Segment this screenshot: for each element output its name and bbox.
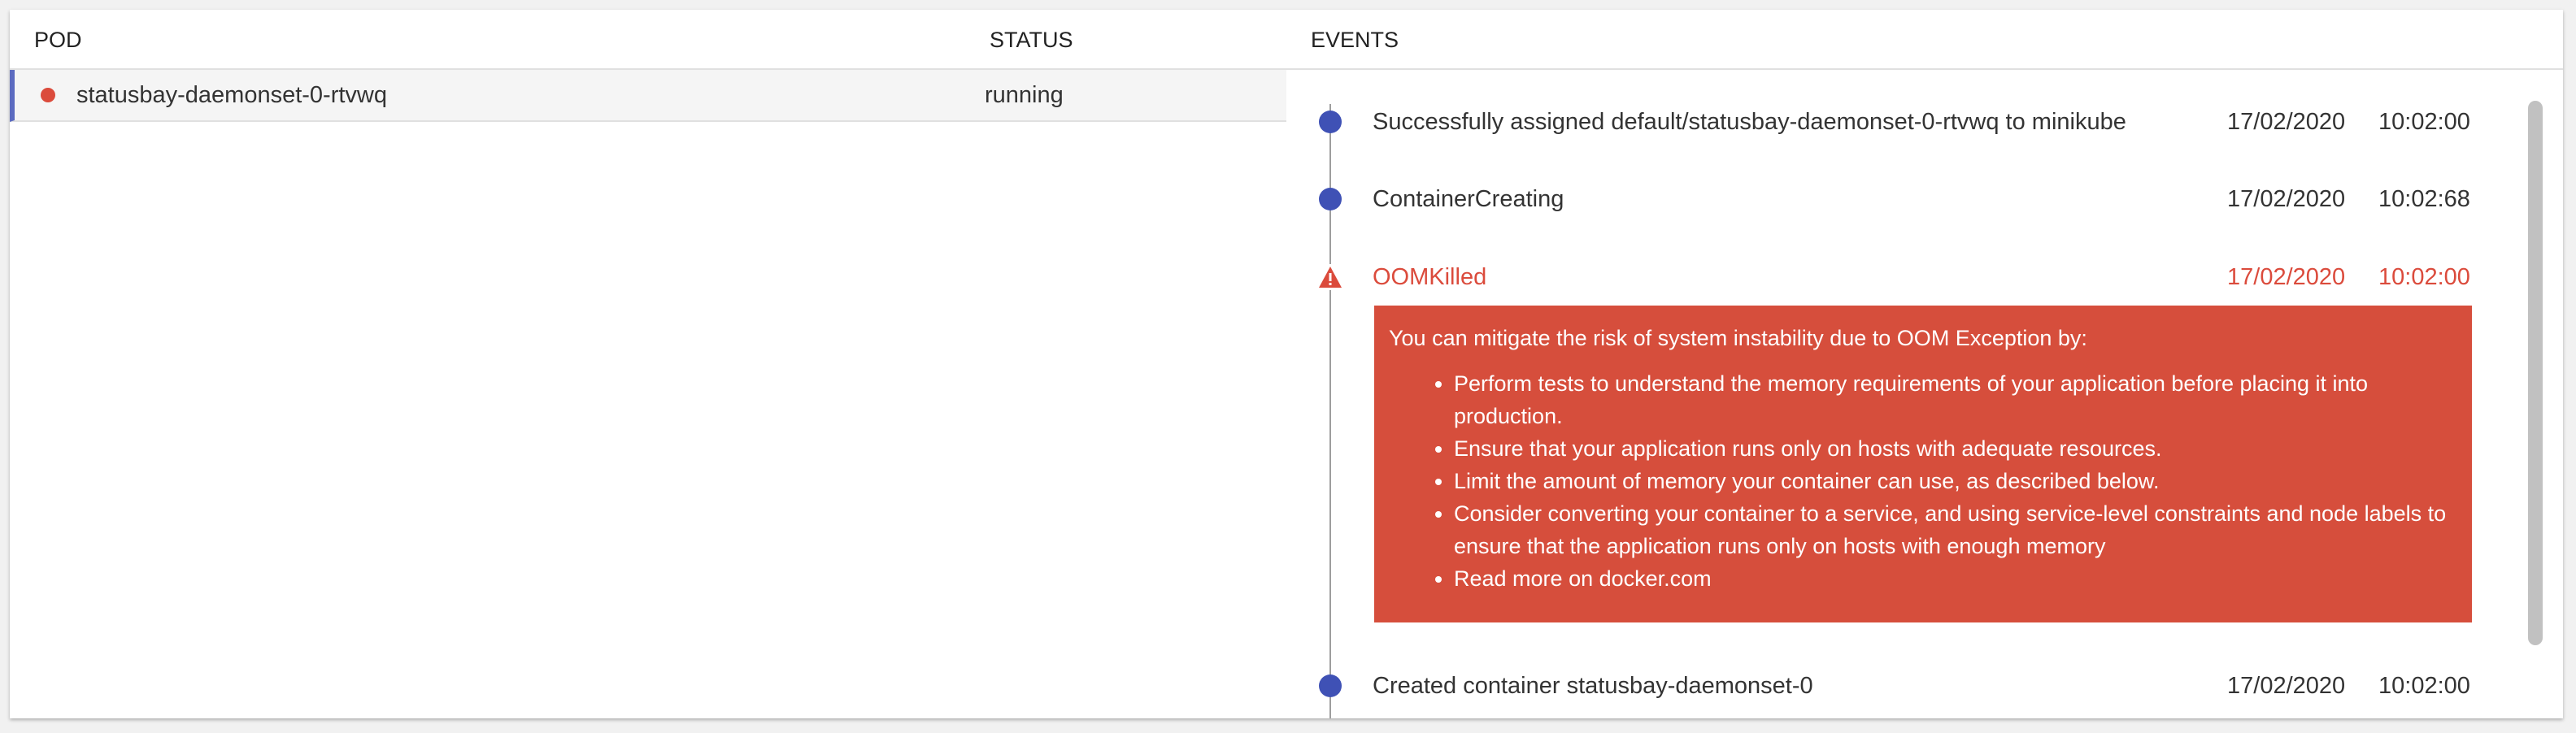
event-row: Successfully assigned default/statusbay-…	[1286, 102, 2506, 135]
oom-alert-item: Limit the amount of memory your containe…	[1454, 465, 2457, 497]
warning-icon	[1317, 264, 1343, 290]
oom-alert-list: Perform tests to understand the memory r…	[1389, 367, 2457, 595]
event-text: ContainerCreating	[1373, 186, 1564, 212]
column-header-events: EVENTS	[1311, 28, 1399, 52]
oom-alert-box: You can mitigate the risk of system inst…	[1374, 306, 2472, 622]
pod-row[interactable]: statusbay-daemonset-0-rtvwq running	[10, 70, 1286, 122]
circle-icon	[1319, 674, 1342, 697]
event-date: 17/02/2020	[2227, 186, 2346, 212]
events-scrollbar[interactable]	[2508, 70, 2563, 718]
pod-status-dot-icon	[41, 88, 55, 102]
column-header-pod: POD	[34, 28, 82, 52]
oom-alert-item: Consider converting your container to a …	[1454, 497, 2457, 562]
pod-status: running	[985, 82, 1064, 108]
event-row-oomkilled[interactable]: OOMKilled 17/02/2020 10:02:00	[1286, 258, 2506, 290]
event-date: 17/02/2020	[2227, 109, 2346, 135]
event-row: Created container statusbay-daemonset-0 …	[1286, 666, 2506, 699]
event-row: ContainerCreating 17/02/2020 10:02:68	[1286, 180, 2506, 212]
event-text: OOMKilled	[1373, 264, 1487, 290]
table-header: POD STATUS EVENTS	[10, 10, 2563, 70]
event-text: Created container statusbay-daemonset-0	[1373, 673, 1813, 699]
oom-alert-item: Perform tests to understand the memory r…	[1454, 367, 2457, 432]
oom-alert-intro: You can mitigate the risk of system inst…	[1389, 326, 2087, 350]
event-time: 10:02:00	[2378, 673, 2470, 699]
scrollbar-thumb[interactable]	[2528, 101, 2543, 645]
events-timeline: Successfully assigned default/statusbay-…	[1286, 70, 2506, 718]
oom-alert-link-item[interactable]: Read more on docker.com	[1454, 562, 2457, 595]
oom-alert-item: Ensure that your application runs only o…	[1454, 432, 2457, 465]
event-time: 10:02:00	[2378, 264, 2470, 290]
circle-icon	[1319, 188, 1342, 210]
event-time: 10:02:68	[2378, 186, 2470, 212]
pods-panel: POD STATUS EVENTS statusbay-daemonset-0-…	[10, 10, 2563, 718]
event-date: 17/02/2020	[2227, 264, 2346, 290]
pod-name: statusbay-daemonset-0-rtvwq	[76, 82, 387, 108]
event-text: Successfully assigned default/statusbay-…	[1373, 109, 2126, 135]
circle-icon	[1319, 111, 1342, 133]
event-date: 17/02/2020	[2227, 673, 2346, 699]
event-time: 10:02:00	[2378, 109, 2470, 135]
column-header-status: STATUS	[990, 28, 1073, 52]
